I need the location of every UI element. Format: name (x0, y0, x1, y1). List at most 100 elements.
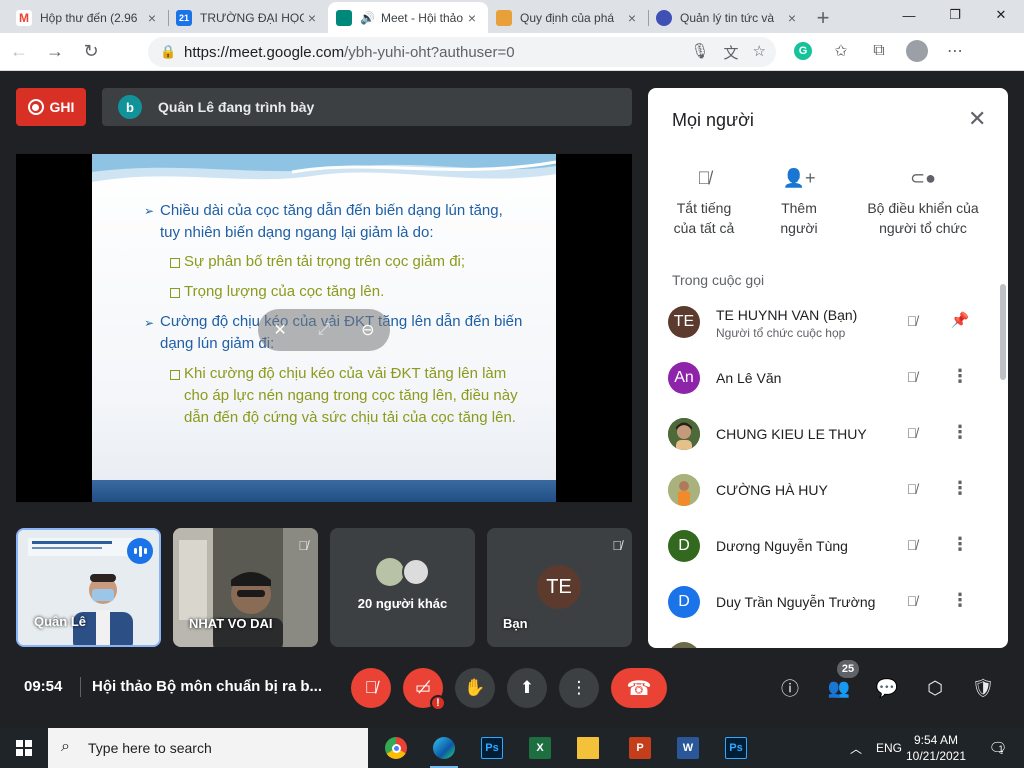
action-label: Bộ điều khiển của (867, 200, 979, 216)
language-indicator[interactable]: ENG (876, 728, 902, 768)
bullet-arrow-icon: ➢ (144, 204, 155, 218)
mic-off-icon: 🎙̸ (697, 168, 711, 188)
warning-icon: ! (430, 695, 446, 711)
search-icon: ⌕ (61, 738, 70, 755)
mic-off-icon: 🎙̸ (612, 538, 622, 553)
tab-meet[interactable]: 🔊 Meet - Hội thảo × (328, 2, 488, 33)
expand-icon[interactable]: ⤢ (318, 321, 331, 339)
participant-row[interactable]: TE TE HUYNH VAN (Bạn) Người tổ chức cuộc… (648, 296, 1008, 352)
tab-regulation[interactable]: Quy định của phá × (488, 2, 648, 33)
tab-calendar[interactable]: 21 TRƯỜNG ĐẠI HỌC × (168, 2, 328, 33)
start-button[interactable] (0, 728, 48, 768)
more-vert-icon[interactable]: ⋮ (950, 420, 970, 444)
add-people-button[interactable]: 👤+ Thêm người (766, 168, 832, 238)
grammarly-icon[interactable]: G (790, 38, 816, 64)
participant-name: Duy Trần Nguyễn Trường (716, 594, 876, 610)
camera-toggle-button[interactable]: ▭̸ ! (403, 668, 446, 711)
presenter-avatar: b (118, 95, 142, 119)
new-tab-button[interactable]: + (808, 2, 838, 33)
windows-taskbar: ⌕ Type here to search Ps X P W Ps ︿ ENG … (0, 728, 1024, 768)
more-menu-icon[interactable]: ⋯ (942, 38, 968, 64)
more-vert-icon[interactable]: ⋮ (950, 476, 970, 500)
maximize-button[interactable]: ❐ (932, 0, 978, 30)
participant-row[interactable]: CƯỜNG HÀ HUY 🎙̸ ⋮ (648, 464, 1008, 520)
more-options-button[interactable]: ⋮ (559, 668, 599, 708)
mute-all-button[interactable]: 🎙̸ Tắt tiếng của tất cả (668, 168, 740, 238)
taskbar-search[interactable]: ⌕ Type here to search (48, 728, 368, 768)
file-explorer-taskbar-icon[interactable] (572, 732, 604, 764)
close-tab-icon[interactable]: × (464, 10, 480, 26)
mic-off-icon: 🎙̸ (906, 313, 918, 329)
close-tab-icon[interactable]: × (304, 10, 320, 26)
people-button[interactable]: 👥 (825, 674, 853, 702)
action-label: Tắt tiếng (676, 200, 732, 216)
tab-gmail[interactable]: M Hộp thư đến (2.96 × (8, 2, 168, 33)
people-count-badge: 25 (837, 660, 859, 678)
back-icon[interactable]: ← (2, 36, 36, 68)
excel-taskbar-icon[interactable]: X (524, 732, 556, 764)
speaker-icon[interactable]: 🔊 (360, 11, 375, 25)
raise-hand-button[interactable]: ✋ (455, 668, 495, 708)
slide-bullet-2-line-2: dạng lún giảm đi: (160, 335, 275, 352)
microphone-toggle-button[interactable]: 🎙̸ (351, 668, 391, 708)
chat-button[interactable]: 💬 (873, 674, 901, 702)
address-bar[interactable]: 🔒 https://meet.google.com/ybh-yuhi-oht?a… (148, 37, 776, 67)
meeting-details-button[interactable]: ⓘ (776, 674, 804, 702)
tab-news[interactable]: Quản lý tin tức và × (648, 2, 808, 33)
self-tile[interactable]: 🎙̸ TE Bạn (487, 528, 632, 647)
chrome-taskbar-icon[interactable] (380, 732, 412, 764)
photoshop-taskbar-icon[interactable]: Ps (476, 732, 508, 764)
host-controls-button[interactable]: 🛡 (969, 674, 997, 702)
collections-icon[interactable]: ⧉ (866, 38, 892, 64)
lock-icon[interactable]: 🔒 (160, 44, 176, 60)
host-controls-action[interactable]: ⊂● Bộ điều khiển của người tổ chức (860, 168, 986, 238)
photoshop-taskbar-icon[interactable]: Ps (720, 732, 752, 764)
tile-overlay-controls: ✕ ⤢ ⊖ (258, 309, 390, 351)
edge-taskbar-icon[interactable] (428, 732, 460, 768)
more-vert-icon[interactable]: ⋮ (950, 532, 970, 556)
participant-tile[interactable]: 🎙̸ NHAT VO DAI (173, 528, 318, 647)
activities-button[interactable]: ⬡ (921, 674, 949, 702)
tab-title: Hộp thư đến (2.96 (40, 10, 138, 25)
forward-icon[interactable]: → (38, 36, 72, 68)
participant-row[interactable]: CHUNG KIEU LE THUY 🎙̸ ⋮ (648, 408, 1008, 464)
favorites-icon[interactable]: ✩ (828, 38, 854, 64)
gmail-icon: M (16, 9, 32, 26)
participant-row[interactable]: D Duy Trần Nguyễn Trường 🎙̸ ⋮ (648, 576, 1008, 632)
others-tile[interactable]: 20 người khác (330, 528, 475, 647)
participant-row[interactable]: D Dương Nguyễn Tùng 🎙̸ ⋮ (648, 520, 1008, 576)
pin-icon[interactable]: 📌 (950, 308, 970, 332)
slide-sub-1: Sự phân bố trên tải trọng trên cọc giảm … (184, 253, 466, 270)
translate-icon[interactable]: 文 (724, 42, 739, 63)
more-vert-icon[interactable]: ⋮ (950, 364, 970, 388)
star-icon[interactable]: ☆ (753, 42, 766, 63)
participant-tile-presenter[interactable]: Quân Lê (16, 528, 161, 647)
speaking-indicator-icon (127, 538, 153, 564)
participant-row[interactable]: An An Lê Văn 🎙̸ ⋮ (648, 352, 1008, 408)
taskbar-clock[interactable]: 9:54 AM 10/21/2021 (904, 732, 968, 764)
close-tab-icon[interactable]: × (144, 10, 160, 26)
participant-row[interactable] (648, 632, 1008, 648)
person-add-icon: 👤+ (782, 168, 816, 188)
close-tab-icon[interactable]: × (784, 10, 800, 26)
powerpoint-taskbar-icon[interactable]: P (624, 732, 656, 764)
close-tab-icon[interactable]: × (624, 10, 640, 26)
people-panel: Mọi người ✕ 🎙̸ Tắt tiếng của tất cả 👤+ T… (648, 88, 1008, 648)
recording-button[interactable]: GHI (16, 88, 86, 126)
close-icon[interactable]: ✕ (968, 106, 986, 132)
notification-count: 1 (998, 744, 1004, 754)
more-vert-icon[interactable]: ⋮ (950, 588, 970, 612)
search-placeholder: Type here to search (88, 740, 212, 756)
microphone-icon[interactable]: 🎙 (690, 42, 709, 63)
remove-icon[interactable]: ⊖ (361, 320, 374, 340)
present-screen-button[interactable]: ⬆ (507, 668, 547, 708)
show-hidden-icons[interactable]: ︿ (850, 728, 862, 768)
close-window-button[interactable]: ✕ (978, 0, 1024, 30)
minimize-button[interactable]: — (886, 0, 932, 30)
leave-call-button[interactable]: ☎ (611, 668, 667, 708)
reload-icon[interactable]: ↻ (74, 36, 108, 68)
profile-avatar[interactable] (904, 38, 930, 64)
pin-off-icon[interactable]: ✕ (273, 320, 286, 340)
word-taskbar-icon[interactable]: W (672, 732, 704, 764)
notification-center-button[interactable]: 🗨 1 (984, 728, 1008, 768)
